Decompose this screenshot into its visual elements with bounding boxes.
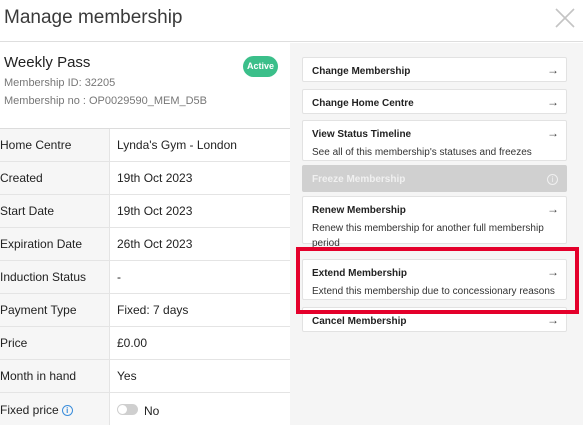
- extend-membership-button[interactable]: Extend Membership Extend this membership…: [302, 259, 567, 300]
- detail-row: Payment Type Fixed: 7 days: [0, 294, 290, 327]
- info-icon[interactable]: i: [61, 405, 73, 416]
- detail-row: Month in hand Yes: [0, 360, 290, 393]
- detail-value: 26th Oct 2023: [117, 237, 193, 251]
- detail-label: Start Date: [0, 195, 110, 227]
- actions-panel: Change Membership → Change Home Centre →…: [290, 43, 583, 425]
- membership-summary-panel: Weekly Pass Membership ID: 32205 Members…: [0, 43, 290, 425]
- membership-id: Membership ID: 32205: [4, 77, 116, 89]
- info-icon: i: [547, 174, 558, 185]
- detail-row: Induction Status -: [0, 261, 290, 294]
- detail-value: £0.00: [117, 336, 148, 350]
- cancel-membership-button[interactable]: Cancel Membership →: [302, 307, 567, 332]
- detail-value: -: [117, 270, 121, 284]
- detail-label: Home Centre: [0, 129, 110, 161]
- action-description: Renew this membership for another full m…: [312, 223, 544, 249]
- view-status-timeline-button[interactable]: View Status Timeline See all of this mem…: [302, 120, 567, 161]
- action-label: Change Membership: [312, 66, 411, 77]
- detail-value: Lynda's Gym - London: [117, 138, 237, 152]
- change-membership-button[interactable]: Change Membership →: [302, 57, 567, 82]
- renew-membership-button[interactable]: Renew Membership Renew this membership f…: [302, 196, 567, 249]
- arrow-right-icon: →: [547, 202, 559, 216]
- arrow-right-icon: →: [547, 313, 559, 327]
- detail-value: Yes: [117, 369, 137, 383]
- fixed-price-toggle-label: No: [144, 404, 160, 418]
- action-label: Cancel Membership: [312, 316, 407, 327]
- detail-label: Induction Status: [0, 261, 110, 293]
- close-icon: [555, 8, 575, 28]
- membership-number: Membership no : OP0029590_MEM_D5B: [4, 95, 207, 107]
- detail-label: Price: [0, 327, 110, 359]
- fixed-price-label: Fixed price: [0, 403, 59, 417]
- action-label: Extend Membership: [312, 268, 408, 279]
- detail-row: Price £0.00: [0, 327, 290, 360]
- detail-value: 19th Oct 2023: [117, 171, 193, 185]
- detail-value: Fixed: 7 days: [117, 303, 189, 317]
- action-label: Renew Membership: [312, 205, 406, 216]
- detail-row: Start Date 19th Oct 2023: [0, 195, 290, 228]
- detail-label: Created: [0, 162, 110, 194]
- detail-row: Home Centre Lynda's Gym - London: [0, 129, 290, 162]
- detail-label: Payment Type: [0, 294, 110, 326]
- action-description: Extend this membership due to concession…: [312, 286, 555, 297]
- detail-row: Expiration Date 26th Oct 2023: [0, 228, 290, 261]
- action-description: See all of this membership's statuses an…: [312, 147, 532, 158]
- detail-label: Fixed price i: [0, 393, 110, 425]
- freeze-membership-button[interactable]: Freeze Membership i: [302, 165, 567, 192]
- toggle-knob: [118, 405, 127, 414]
- arrow-right-icon: →: [547, 265, 559, 279]
- arrow-right-icon: →: [547, 95, 559, 109]
- action-label: View Status Timeline: [312, 129, 412, 140]
- modal-header: Manage membership: [0, 0, 583, 42]
- detail-label: Expiration Date: [0, 228, 110, 260]
- detail-value: 19th Oct 2023: [117, 204, 193, 218]
- membership-name: Weekly Pass: [4, 54, 91, 71]
- close-button[interactable]: [552, 5, 578, 31]
- status-badge: Active: [243, 56, 278, 77]
- arrow-right-icon: →: [547, 126, 559, 140]
- arrow-right-icon: →: [547, 63, 559, 77]
- action-label: Freeze Membership: [312, 174, 406, 185]
- detail-row: Created 19th Oct 2023: [0, 162, 290, 195]
- change-home-centre-button[interactable]: Change Home Centre →: [302, 89, 567, 114]
- action-label: Change Home Centre: [312, 98, 414, 109]
- fixed-price-toggle[interactable]: [117, 404, 138, 415]
- membership-details-table: Home Centre Lynda's Gym - London Created…: [0, 128, 290, 425]
- detail-label: Month in hand: [0, 360, 110, 392]
- modal-title: Manage membership: [4, 7, 183, 28]
- detail-row-fixed-price: Fixed price i No: [0, 393, 290, 425]
